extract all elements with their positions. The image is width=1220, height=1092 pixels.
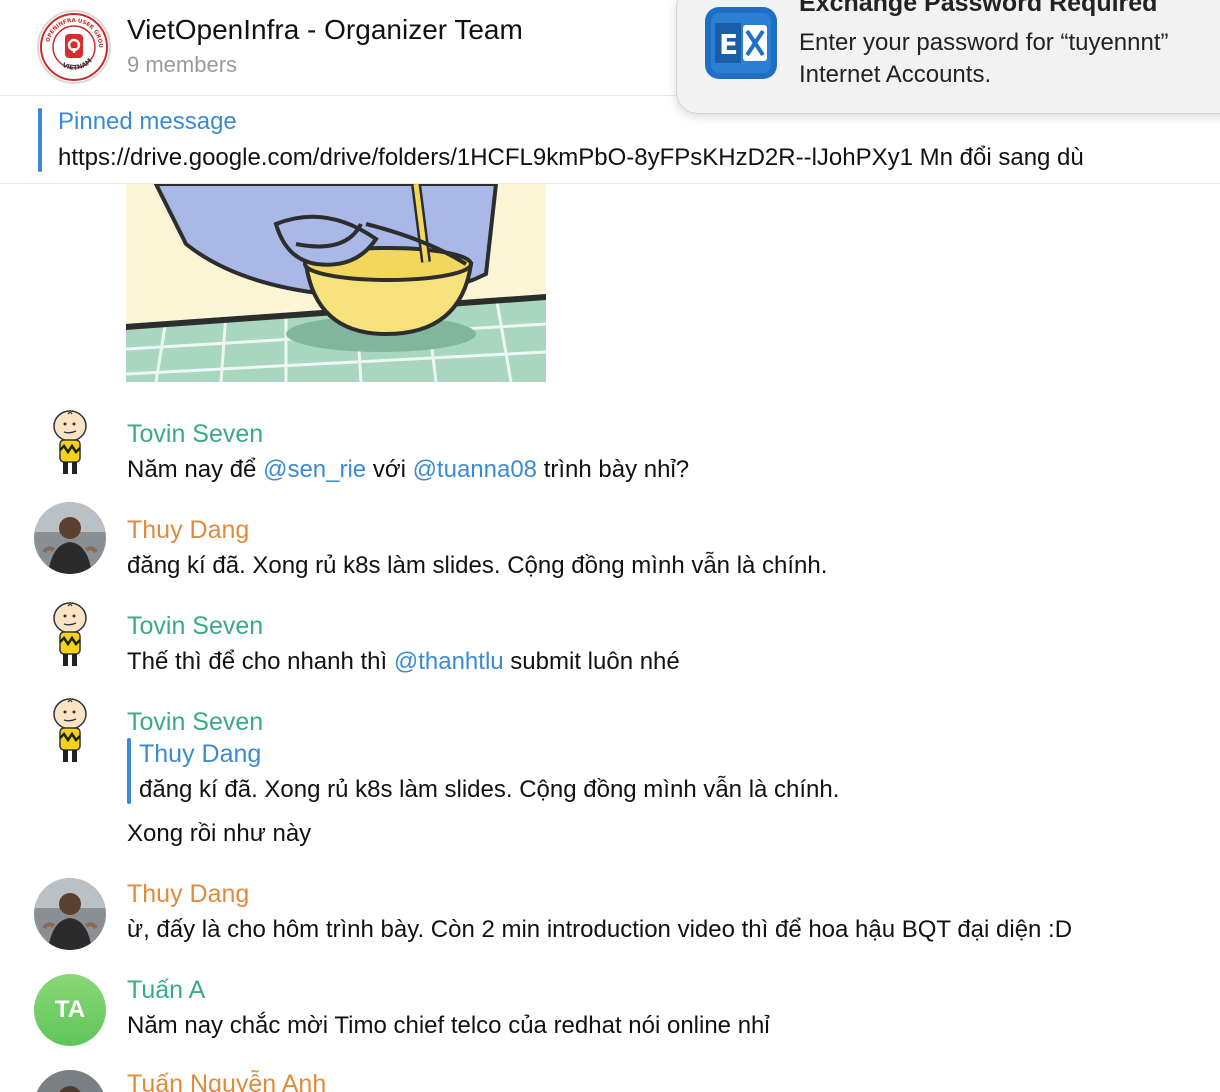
avatar[interactable] (34, 878, 106, 950)
notification-body-line: Internet Accounts. (799, 61, 992, 88)
reply-quote-text[interactable]: đăng kí đã. Xong rủ k8s làm slides. Cộng… (139, 776, 839, 804)
message-text: đăng kí đã. Xong rủ k8s làm slides. Cộng… (127, 552, 828, 579)
sender-name[interactable]: Tovin Seven (127, 420, 263, 449)
charlie-brown-icon (34, 598, 106, 670)
message-item[interactable]: Tuấn Nguyễn Anh (0, 1060, 1220, 1092)
pinned-accent-bar (38, 108, 42, 172)
notification-body: Enter your password for “tuyennnt” Inter… (799, 27, 1169, 91)
message-text: ừ, đấy là cho hôm trình bày. Còn 2 min i… (127, 916, 1073, 943)
exchange-icon: E (703, 5, 779, 81)
sender-name[interactable]: Thuy Dang (127, 516, 249, 545)
sender-name[interactable]: Tuấn Nguyễn Anh (127, 1070, 326, 1092)
message-text: Thế thì để cho nhanh thì @thanhtlu submi… (127, 648, 680, 676)
avatar[interactable] (34, 598, 106, 670)
message-text: Xong rồi như này (127, 820, 312, 847)
message-item[interactable]: Thuy Dang ừ, đấy là cho hôm trình bày. C… (0, 868, 1220, 958)
sender-name[interactable]: Thuy Dang (127, 880, 249, 909)
message-item[interactable]: Thuy Dang đăng kí đã. Xong rủ k8s làm sl… (0, 492, 1220, 582)
user-photo-icon (34, 878, 106, 950)
avatar[interactable] (34, 694, 106, 766)
text-segment: Năm nay để (127, 456, 264, 483)
group-avatar[interactable]: OPENINFRA USER GROUP VIETNAM (37, 10, 111, 84)
charlie-brown-icon (34, 406, 106, 478)
mention-link[interactable]: @thanhtlu (394, 648, 504, 675)
avatar[interactable] (34, 1070, 106, 1092)
text-segment: với (366, 456, 413, 483)
mention-link[interactable]: @tuanna08 (413, 456, 537, 483)
message-text: Năm nay chắc mời Timo chief telco của re… (127, 1012, 770, 1039)
avatar[interactable] (34, 406, 106, 478)
text-segment: trình bày nhỉ? (537, 456, 690, 483)
exchange-password-notification[interactable]: E Exchange Password Required Enter your … (676, 0, 1220, 114)
message-item[interactable]: Tovin Seven Năm nay để @sen_rie với @tua… (0, 396, 1220, 486)
member-count: 9 members (127, 52, 238, 77)
sticker-image[interactable] (126, 184, 546, 382)
reply-sender-name[interactable]: Thuy Dang (139, 740, 261, 769)
charlie-brown-icon (34, 694, 106, 766)
user-photo-icon (34, 502, 106, 574)
user-photo-icon (34, 1070, 106, 1092)
svg-text:E: E (719, 28, 738, 61)
pinned-label: Pinned message (58, 108, 237, 135)
text-segment: Thế thì để cho nhanh thì (127, 648, 394, 675)
text-segment: submit luôn nhé (503, 648, 680, 675)
sender-name[interactable]: Tuấn A (127, 976, 205, 1005)
openinfra-logo: OPENINFRA USER GROUP VIETNAM (39, 12, 108, 81)
notification-body-line: Enter your password for “tuyennnt” (799, 29, 1169, 56)
mention-link[interactable]: @sen_rie (263, 456, 366, 483)
message-list[interactable]: Tovin Seven Năm nay để @sen_rie với @tua… (0, 184, 1220, 1092)
sender-name[interactable]: Tovin Seven (127, 612, 263, 641)
chat-title[interactable]: VietOpenInfra - Organizer Team (127, 14, 523, 46)
avatar[interactable]: TA (34, 974, 106, 1046)
message-item[interactable]: Tovin Seven Thế thì để cho nhanh thì @th… (0, 588, 1220, 678)
notification-title: Exchange Password Required (799, 0, 1158, 17)
message-item[interactable]: Tovin Seven Thuy Dang đăng kí đã. Xong r… (0, 684, 1220, 854)
sender-name[interactable]: Tovin Seven (127, 708, 263, 737)
reply-accent-bar (127, 738, 131, 804)
avatar[interactable] (34, 502, 106, 574)
message-item[interactable]: TA Tuấn A Năm nay chắc mời Timo chief te… (0, 964, 1220, 1054)
pinned-text[interactable]: https://drive.google.com/drive/folders/1… (58, 144, 1084, 172)
message-text: Năm nay để @sen_rie với @tuanna08 trình … (127, 456, 689, 484)
